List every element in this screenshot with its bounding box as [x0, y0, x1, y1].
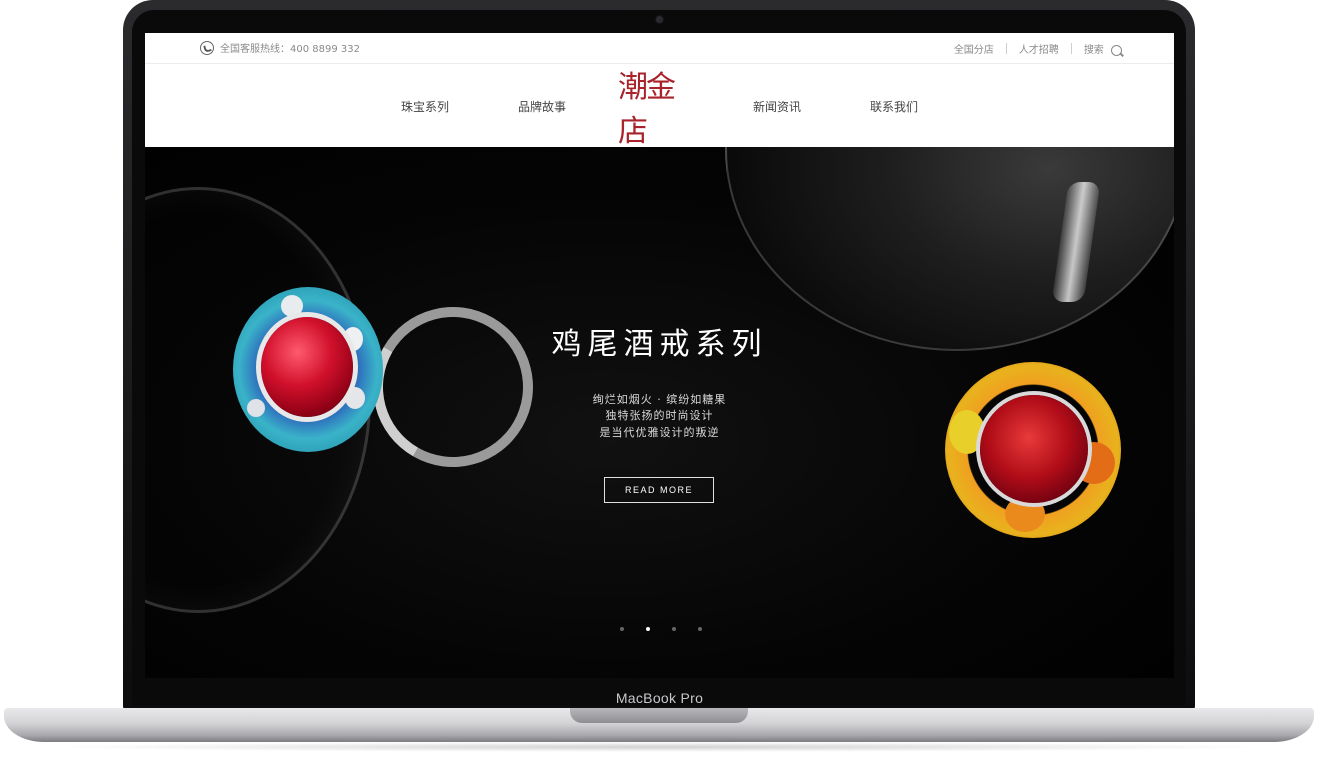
read-more-button[interactable]: READ MORE [604, 477, 714, 503]
hero-banner: 鸡尾酒戒系列 绚烂如烟火 · 缤纷如糖果 独特张扬的时尚设计 是当代优雅设计的叛… [145, 147, 1174, 678]
phone-icon [200, 40, 214, 55]
hero-tagline: 绚烂如烟火 · 缤纷如糖果 [592, 393, 727, 406]
device-label: MacBook Pro [615, 690, 704, 706]
hero-title: 鸡尾酒戒系列 [551, 327, 768, 362]
top-links: 全国分店 人才招聘 搜索 [954, 41, 1122, 56]
laptop-notch [570, 708, 748, 723]
nav-item-news[interactable]: 新闻资讯 [753, 98, 801, 115]
search-label: 搜索 [1083, 45, 1104, 56]
hotline: 全国客服热线：400 8899 332 [200, 40, 360, 55]
carousel-dot-active[interactable] [646, 627, 650, 631]
search-icon [1111, 44, 1122, 56]
carousel-dot[interactable] [672, 627, 676, 631]
hero-tagline: 是当代优雅设计的叛逆 [599, 426, 720, 439]
carousel-pagination [620, 627, 702, 631]
brand-logo[interactable]: 潮金店 [618, 70, 700, 149]
nav-item-jewelry[interactable]: 珠宝系列 [401, 98, 449, 115]
screen: 全国客服热线：400 8899 332 全国分店 人才招聘 搜索 珠宝系列 品牌… [145, 33, 1174, 678]
ruby-ring-image-right [945, 362, 1125, 542]
divider [1070, 43, 1072, 54]
divider [1005, 43, 1007, 54]
carousel-dot[interactable] [620, 627, 624, 631]
hotline-text: 全国客服热线：400 8899 332 [220, 44, 360, 55]
ruby-ring-image-left [233, 287, 551, 487]
nav-item-contact[interactable]: 联系我们 [870, 98, 918, 115]
top-utility-bar: 全国客服热线：400 8899 332 全国分店 人才招聘 搜索 [145, 33, 1174, 64]
camera-icon [656, 16, 663, 23]
link-stores[interactable]: 全国分店 [954, 41, 994, 56]
carousel-dot[interactable] [698, 627, 702, 631]
search-button[interactable]: 搜索 [1084, 41, 1122, 56]
nav-item-brand-story[interactable]: 品牌故事 [518, 98, 566, 115]
hero-tagline: 独特张扬的时尚设计 [605, 409, 714, 422]
laptop-shadow [40, 742, 1278, 752]
main-navbar: 珠宝系列 品牌故事 潮金店 新闻资讯 联系我们 [145, 64, 1174, 149]
link-careers[interactable]: 人才招聘 [1019, 41, 1059, 56]
diamond-stone [281, 295, 303, 317]
